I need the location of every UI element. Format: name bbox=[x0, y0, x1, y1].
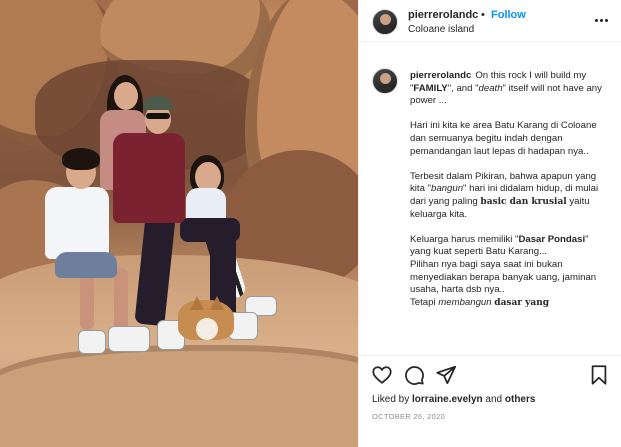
dog-ear bbox=[210, 296, 224, 310]
caption-paragraph: Keluarga harus memiliki "Dasar Pondasi" … bbox=[410, 234, 610, 259]
father-body bbox=[113, 133, 185, 223]
post-date[interactable]: OCTOBER 26, 2020 bbox=[372, 412, 445, 421]
post-footer: Liked by lorraine.evelyn and others OCTO… bbox=[359, 355, 621, 447]
boy-shoe bbox=[78, 330, 106, 354]
comment-icon[interactable] bbox=[403, 364, 425, 386]
dog-face bbox=[196, 318, 218, 340]
liked-user-link[interactable]: lorraine.evelyn bbox=[412, 394, 483, 405]
rock-ledge-front bbox=[0, 345, 358, 447]
follow-button[interactable]: Follow bbox=[491, 9, 526, 21]
caption-paragraph: Terbesit dalam Pikiran, bahwa apapun yan… bbox=[410, 171, 610, 221]
caption-span: ", and " bbox=[447, 82, 479, 94]
liked-and: and bbox=[482, 394, 505, 405]
boy-body bbox=[45, 187, 109, 259]
liked-others-link[interactable]: others bbox=[505, 394, 536, 405]
caption-paragraph: Tetapi membangun dasar yang bbox=[410, 297, 610, 310]
dog-ear bbox=[190, 296, 204, 310]
father-cap bbox=[143, 96, 173, 110]
mother-head bbox=[114, 82, 138, 110]
caption-username[interactable]: pierrerolandc bbox=[410, 70, 471, 81]
caption-italic: death bbox=[478, 82, 503, 94]
caption-avatar[interactable] bbox=[372, 68, 398, 94]
action-bar bbox=[371, 364, 610, 388]
boy-shoe bbox=[108, 326, 150, 352]
post-side-panel: pierrerolandc • Follow Coloane island pi… bbox=[358, 0, 621, 447]
caption-italic: membangun bbox=[438, 296, 492, 308]
boy-leg bbox=[80, 270, 94, 330]
heart-icon[interactable] bbox=[371, 364, 393, 386]
caption-paragraph: Hari ini kita ke area Batu Karang di Col… bbox=[410, 120, 597, 157]
liked-by-text: Liked by lorraine.evelyn and others bbox=[372, 394, 535, 405]
caption-span: Tetapi bbox=[410, 296, 439, 308]
post-photo[interactable] bbox=[0, 0, 358, 447]
caption-bold: basic dan krusial bbox=[480, 196, 567, 207]
location-link[interactable]: Coloane island bbox=[408, 24, 474, 35]
caption-area[interactable]: pierrerolandc On this rock I will build m… bbox=[359, 52, 621, 355]
caption-bold: Dasar Pondasi bbox=[518, 233, 586, 245]
boy-shorts bbox=[55, 252, 117, 278]
caption-span: Keluarga harus memiliki " bbox=[410, 233, 519, 245]
boy-leg bbox=[114, 268, 128, 332]
more-options-icon[interactable] bbox=[595, 13, 609, 27]
post-header: pierrerolandc • Follow Coloane island bbox=[359, 0, 621, 42]
avatar[interactable] bbox=[372, 9, 398, 35]
caption-paragraph: pierrerolandc On this rock I will build m… bbox=[410, 70, 610, 108]
bookmark-icon[interactable] bbox=[588, 364, 610, 386]
caption-italic: bangun bbox=[431, 183, 464, 195]
header-username[interactable]: pierrerolandc bbox=[408, 9, 478, 21]
share-icon[interactable] bbox=[435, 364, 457, 386]
father-sunglasses bbox=[146, 113, 170, 119]
boy-hair bbox=[62, 148, 100, 170]
caption-bold: dasar yang bbox=[494, 297, 550, 308]
liked-prefix: Liked by bbox=[372, 394, 413, 405]
caption-paragraph: Pilihan nya bagi saya saat ini bukan men… bbox=[410, 258, 597, 296]
separator-dot: • bbox=[481, 9, 485, 21]
caption-bold: FAMILY bbox=[413, 82, 448, 94]
caption-text: pierrerolandc On this rock I will build m… bbox=[410, 70, 610, 322]
